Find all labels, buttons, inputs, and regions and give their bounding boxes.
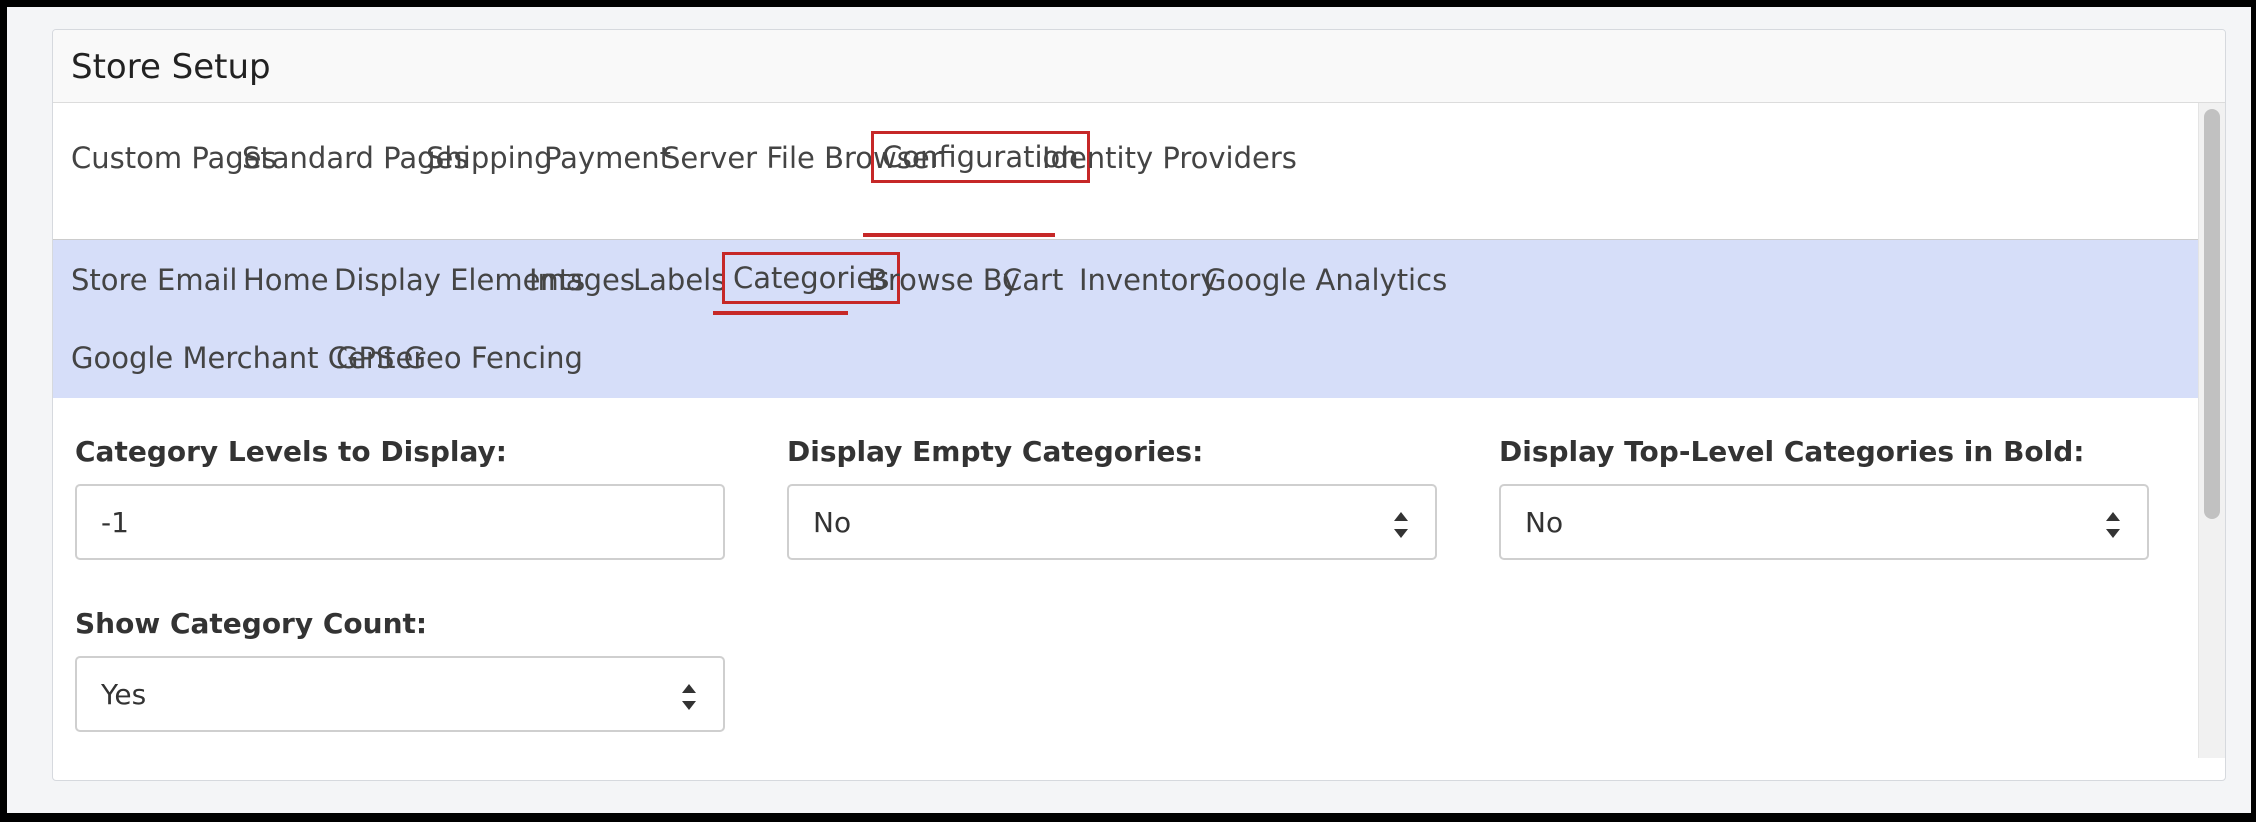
subtab-inventory[interactable]: Inventory bbox=[1079, 263, 1218, 297]
subtab-cart[interactable]: Cart bbox=[1002, 263, 1063, 297]
category-levels-label: Category Levels to Display: bbox=[75, 435, 507, 468]
subtab-google-analytics[interactable]: Google Analytics bbox=[1204, 263, 1447, 297]
page-background: Store Setup Custom Pages Standard Pages … bbox=[7, 7, 2251, 813]
tab-payment[interactable]: Payment bbox=[544, 141, 671, 175]
sub-tab-bar: Store Email Home Display Elements Images… bbox=[53, 240, 2199, 398]
subtab-images[interactable]: Images bbox=[529, 263, 635, 297]
panel-content: Custom Pages Standard Pages Shipping Pay… bbox=[53, 103, 2199, 758]
categories-form: Category Levels to Display: -1 Display E… bbox=[53, 399, 2199, 758]
subtab-email[interactable]: Email bbox=[157, 263, 237, 297]
primary-tab-bar: Custom Pages Standard Pages Shipping Pay… bbox=[53, 103, 2199, 240]
subtab-store[interactable]: Store bbox=[71, 263, 148, 297]
subtab-gps-geo-fencing[interactable]: GPS Geo Fencing bbox=[336, 341, 583, 375]
display-empty-categories-label: Display Empty Categories: bbox=[787, 435, 1204, 468]
top-level-bold-select[interactable]: No bbox=[1499, 484, 2149, 560]
store-setup-panel: Store Setup Custom Pages Standard Pages … bbox=[52, 29, 2226, 781]
show-category-count-select[interactable]: Yes bbox=[75, 656, 725, 732]
select-arrows-icon bbox=[1394, 512, 1408, 538]
category-levels-input[interactable]: -1 bbox=[75, 484, 725, 560]
subtab-labels[interactable]: Labels bbox=[633, 263, 726, 297]
tab-shipping[interactable]: Shipping bbox=[426, 141, 553, 175]
category-levels-value: -1 bbox=[101, 506, 129, 539]
active-tab-underline bbox=[863, 233, 1055, 237]
scrollbar-thumb[interactable] bbox=[2204, 109, 2220, 519]
subtab-browse-by[interactable]: Browse By bbox=[868, 263, 1020, 297]
tab-identity-providers[interactable]: Identity Providers bbox=[1042, 141, 1297, 175]
show-category-count-label: Show Category Count: bbox=[75, 607, 428, 640]
active-subtab-underline bbox=[713, 311, 848, 315]
page-title: Store Setup bbox=[71, 47, 271, 87]
display-empty-categories-value: No bbox=[813, 506, 852, 539]
display-empty-categories-select[interactable]: No bbox=[787, 484, 1437, 560]
subtab-home[interactable]: Home bbox=[243, 263, 329, 297]
panel-header: Store Setup bbox=[53, 30, 2225, 103]
show-category-count-value: Yes bbox=[101, 678, 147, 711]
vertical-scrollbar[interactable] bbox=[2198, 103, 2225, 758]
select-arrows-icon bbox=[2106, 512, 2120, 538]
select-arrows-icon bbox=[682, 684, 696, 710]
top-level-bold-value: No bbox=[1525, 506, 1564, 539]
top-level-bold-label: Display Top-Level Categories in Bold: bbox=[1499, 435, 2085, 468]
